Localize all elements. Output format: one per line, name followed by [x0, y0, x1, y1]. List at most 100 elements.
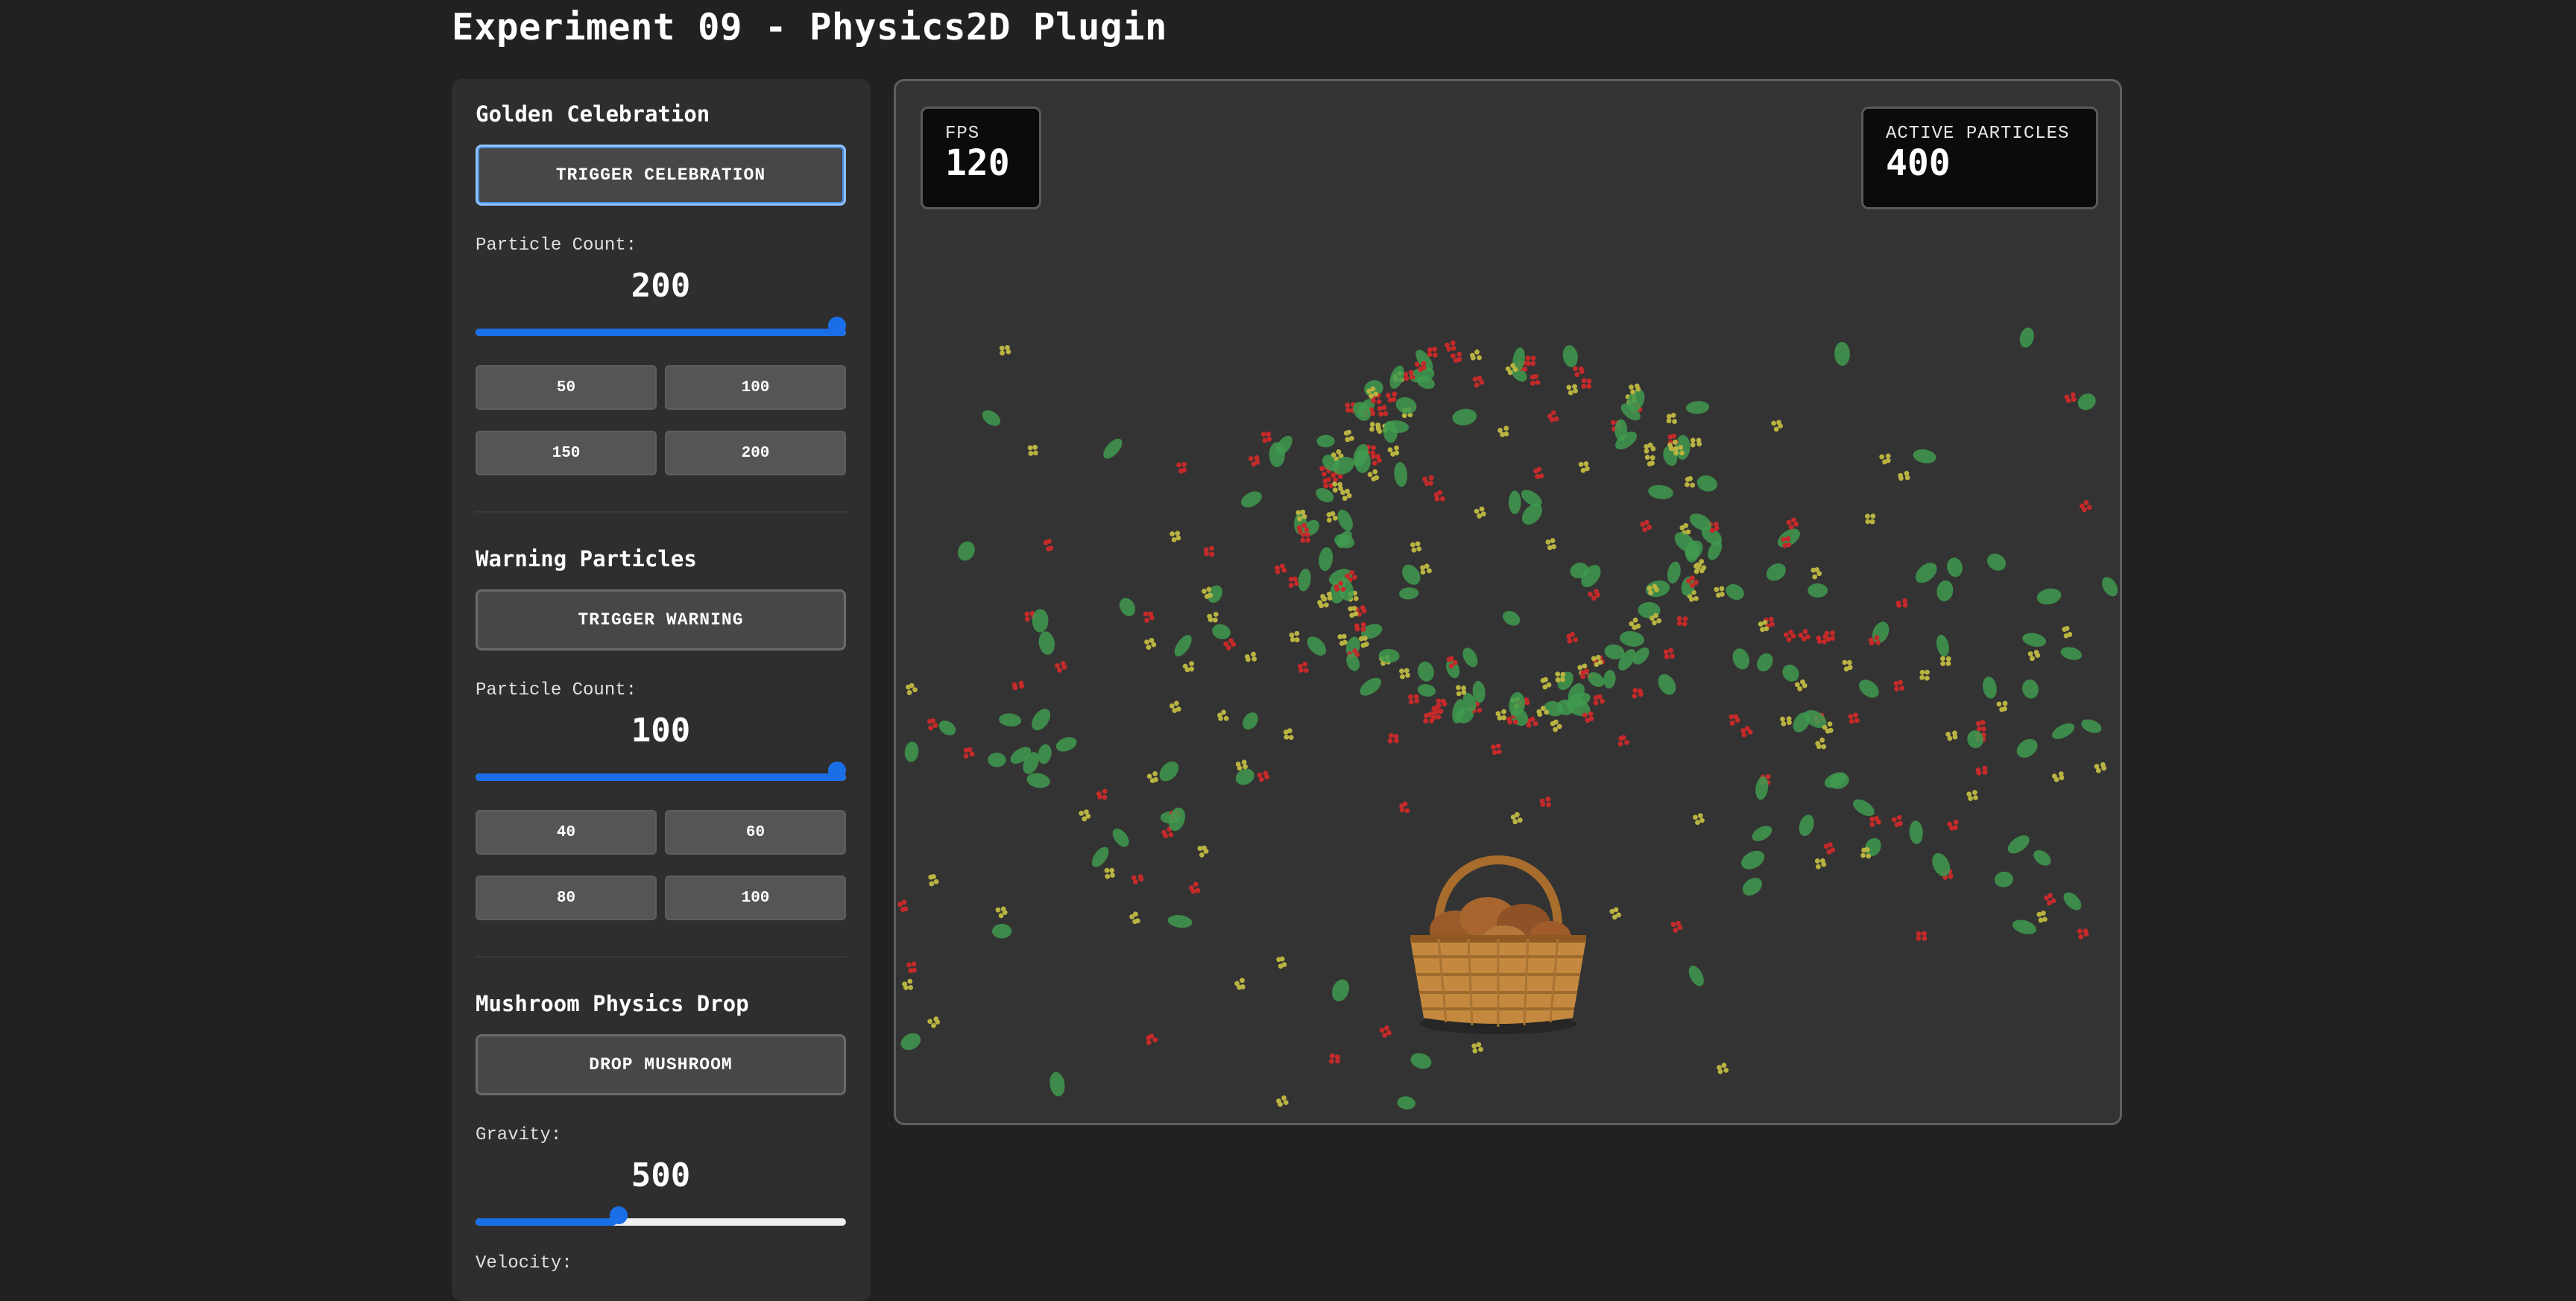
- leaf-particle: [1915, 563, 1937, 583]
- red-particle: [2064, 392, 2077, 404]
- preset-60-button[interactable]: 60: [665, 810, 846, 855]
- leaf-particle: [2063, 892, 2082, 911]
- flower-particle: [1644, 442, 1656, 454]
- leaf-particle: [1119, 598, 1136, 616]
- leaf-particle: [1298, 569, 1311, 592]
- flower-particle: [1474, 506, 1486, 519]
- leaf-particle: [2012, 919, 2036, 934]
- leaf-particle: [1032, 609, 1049, 633]
- flower-particle: [1666, 412, 1677, 425]
- warning-title: Warning Particles: [476, 546, 697, 572]
- flower-particle: [2051, 771, 2065, 782]
- leaf-particle: [1399, 587, 1419, 600]
- leaf-particle: [1049, 1071, 1065, 1097]
- leaf-particle: [1562, 345, 1578, 367]
- flower-particle: [1144, 638, 1157, 650]
- particle-scene: [897, 327, 2118, 1110]
- flower-particle: [1566, 384, 1579, 396]
- red-particle: [1379, 1025, 1392, 1038]
- red-particle: [2044, 893, 2056, 906]
- leaf-particle: [1936, 580, 1954, 601]
- leaf-particle: [1909, 820, 1923, 844]
- flower-particle: [2062, 625, 2073, 639]
- physics-canvas[interactable]: FPS 120 ACTIVE PARTICLES 400: [894, 79, 2122, 1125]
- flower-particle: [1794, 679, 1808, 691]
- red-particle: [1947, 819, 1959, 831]
- mushroom-basket-icon[interactable]: [1410, 855, 1586, 1034]
- flower-particle: [1644, 455, 1655, 466]
- red-particle: [1891, 814, 1903, 828]
- red-particle: [1632, 688, 1644, 699]
- flower-particle: [928, 874, 939, 887]
- warning-count-slider[interactable]: [476, 762, 846, 785]
- leaf-particle: [1418, 661, 1434, 682]
- preset-100-button[interactable]: 100: [665, 365, 846, 410]
- page-title: Experiment 09 - Physics2D Plugin: [452, 6, 1168, 48]
- flower-particle: [1340, 488, 1352, 501]
- preset-100-warning-button[interactable]: 100: [665, 876, 846, 920]
- leaf-particle: [2033, 849, 2051, 866]
- celebration-count-slider[interactable]: [476, 317, 846, 340]
- red-particle: [1491, 743, 1502, 756]
- leaf-particle: [1620, 631, 1644, 647]
- preset-150-button[interactable]: 150: [476, 431, 657, 475]
- drop-mushroom-button[interactable]: DROP MUSHROOM: [476, 1034, 846, 1095]
- slider-thumb[interactable]: [609, 1206, 628, 1224]
- flower-particle: [995, 906, 1008, 919]
- flower-particle: [1276, 1095, 1289, 1107]
- trigger-celebration-button[interactable]: TRIGGER CELEBRATION: [476, 145, 846, 206]
- flower-particle: [1455, 685, 1467, 697]
- red-particle: [1445, 340, 1456, 352]
- red-particle: [1547, 410, 1559, 422]
- flower-particle: [1842, 659, 1853, 672]
- flower-particle: [1337, 633, 1348, 646]
- flower-particle: [1358, 636, 1369, 648]
- leaf-particle: [2019, 327, 2034, 348]
- slider-thumb[interactable]: [828, 317, 846, 335]
- red-particle: [1043, 539, 1054, 551]
- warning-count-label: Particle Count:: [476, 680, 637, 700]
- leaf-particle: [1462, 648, 1478, 668]
- flower-particle: [1898, 470, 1910, 481]
- red-particle: [1377, 405, 1389, 417]
- gravity-slider[interactable]: [476, 1206, 846, 1229]
- preset-80-button[interactable]: 80: [476, 876, 657, 920]
- preset-40-button[interactable]: 40: [476, 810, 657, 855]
- red-particle: [1663, 648, 1675, 659]
- slider-thumb[interactable]: [828, 762, 846, 779]
- leaf-particle: [1446, 659, 1460, 679]
- active-particles-counter: ACTIVE PARTICLES 400: [1861, 107, 2098, 209]
- leaf-particle: [1410, 1053, 1432, 1069]
- trigger-warning-button[interactable]: TRIGGER WARNING: [476, 589, 846, 650]
- red-particle: [1581, 378, 1592, 389]
- flower-particle: [1814, 858, 1827, 870]
- flower-particle: [1629, 617, 1641, 630]
- red-particle: [1740, 726, 1753, 738]
- flower-particle: [1409, 541, 1422, 553]
- red-particle: [2077, 928, 2089, 940]
- leaf-particle: [1503, 610, 1521, 626]
- slider-fill: [476, 1218, 616, 1226]
- leaf-particle: [1757, 653, 1773, 672]
- leaf-particle: [1316, 434, 1335, 448]
- red-particle: [1729, 714, 1740, 726]
- slider-track: [476, 329, 846, 336]
- leaf-particle: [1174, 635, 1192, 656]
- red-particle: [1617, 735, 1629, 747]
- red-particle: [1248, 455, 1260, 467]
- flower-particle: [1079, 809, 1091, 822]
- leaf-particle: [2022, 679, 2039, 699]
- leaf-particle: [1994, 871, 2013, 887]
- red-particle: [1895, 598, 1908, 608]
- red-particle: [1223, 638, 1237, 650]
- flower-particle: [1684, 475, 1696, 488]
- red-particle: [1588, 589, 1600, 601]
- leaf-particle: [1782, 664, 1799, 682]
- leaf-particle: [1726, 583, 1744, 601]
- preset-200-button[interactable]: 200: [665, 431, 846, 475]
- flower-particle: [1197, 845, 1209, 858]
- flower-particle: [1244, 651, 1257, 662]
- red-particle: [1869, 816, 1881, 827]
- slider-track: [476, 1218, 846, 1226]
- preset-50-button[interactable]: 50: [476, 365, 657, 410]
